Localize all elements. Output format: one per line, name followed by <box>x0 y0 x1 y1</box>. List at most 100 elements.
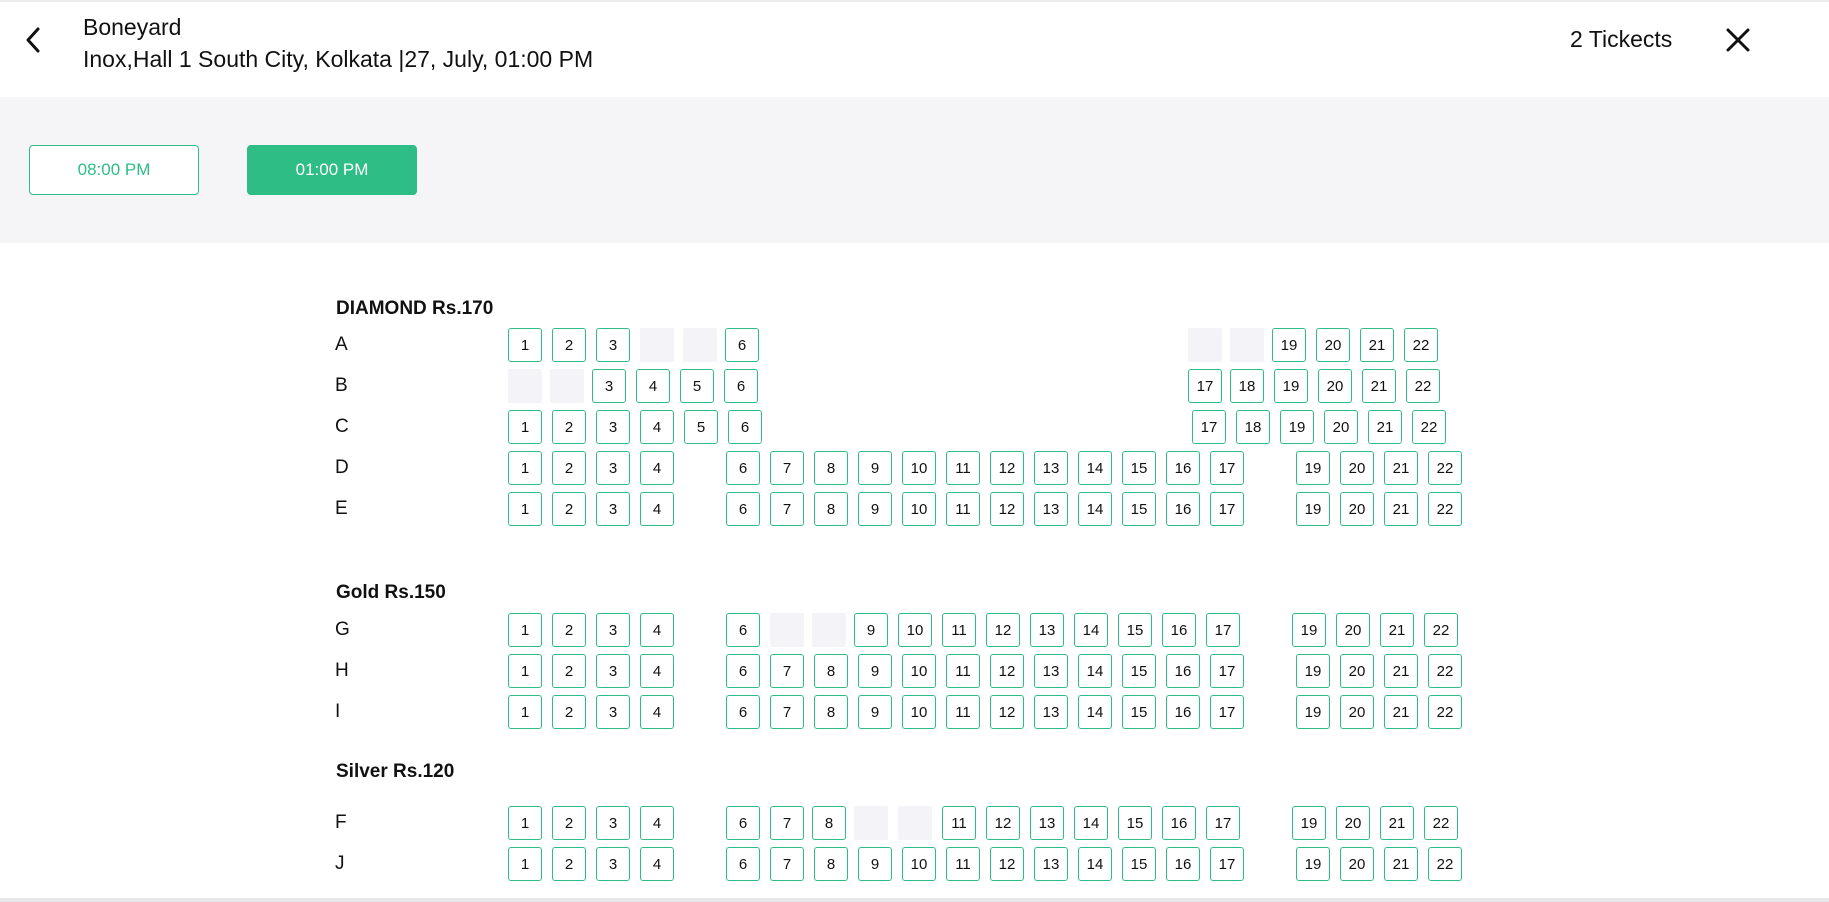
seat-f16[interactable]: 16 <box>1162 806 1196 840</box>
seat-a3[interactable]: 3 <box>596 328 630 362</box>
seat-h2[interactable]: 2 <box>552 654 586 688</box>
seat-d19[interactable]: 19 <box>1296 451 1330 485</box>
back-button[interactable] <box>20 26 46 54</box>
seat-c1[interactable]: 1 <box>508 410 542 444</box>
seat-d16[interactable]: 16 <box>1166 451 1200 485</box>
seat-f21[interactable]: 21 <box>1380 806 1414 840</box>
showtime-button-0800pm[interactable]: 08:00 PM <box>29 145 199 195</box>
seat-d7[interactable]: 7 <box>770 451 804 485</box>
seat-e17[interactable]: 17 <box>1210 492 1244 526</box>
seat-d10[interactable]: 10 <box>902 451 936 485</box>
seat-b5[interactable]: 5 <box>680 369 714 403</box>
seat-b22[interactable]: 22 <box>1406 369 1440 403</box>
seat-e20[interactable]: 20 <box>1340 492 1374 526</box>
seat-h1[interactable]: 1 <box>508 654 542 688</box>
seat-f12[interactable]: 12 <box>986 806 1020 840</box>
seat-e4[interactable]: 4 <box>640 492 674 526</box>
seat-j13[interactable]: 13 <box>1034 847 1068 881</box>
seat-c18[interactable]: 18 <box>1236 410 1270 444</box>
seat-i12[interactable]: 12 <box>990 695 1024 729</box>
seat-i16[interactable]: 16 <box>1166 695 1200 729</box>
seat-e22[interactable]: 22 <box>1428 492 1462 526</box>
seat-f7[interactable]: 7 <box>770 806 804 840</box>
seat-a20[interactable]: 20 <box>1316 328 1350 362</box>
seat-c5[interactable]: 5 <box>684 410 718 444</box>
seat-e9[interactable]: 9 <box>858 492 892 526</box>
seat-h12[interactable]: 12 <box>990 654 1024 688</box>
seat-i3[interactable]: 3 <box>596 695 630 729</box>
seat-j20[interactable]: 20 <box>1340 847 1374 881</box>
seat-e13[interactable]: 13 <box>1034 492 1068 526</box>
seat-h10[interactable]: 10 <box>902 654 936 688</box>
seat-h3[interactable]: 3 <box>596 654 630 688</box>
seat-e16[interactable]: 16 <box>1166 492 1200 526</box>
seat-j14[interactable]: 14 <box>1078 847 1112 881</box>
seat-d6[interactable]: 6 <box>726 451 760 485</box>
seat-b3[interactable]: 3 <box>592 369 626 403</box>
seat-i22[interactable]: 22 <box>1428 695 1462 729</box>
seat-i11[interactable]: 11 <box>946 695 980 729</box>
seat-g15[interactable]: 15 <box>1118 613 1152 647</box>
seat-d2[interactable]: 2 <box>552 451 586 485</box>
seat-e2[interactable]: 2 <box>552 492 586 526</box>
seat-i13[interactable]: 13 <box>1034 695 1068 729</box>
seat-j7[interactable]: 7 <box>770 847 804 881</box>
seat-f4[interactable]: 4 <box>640 806 674 840</box>
seat-h14[interactable]: 14 <box>1078 654 1112 688</box>
seat-g22[interactable]: 22 <box>1424 613 1458 647</box>
seat-g14[interactable]: 14 <box>1074 613 1108 647</box>
seat-g6[interactable]: 6 <box>726 613 760 647</box>
seat-i6[interactable]: 6 <box>726 695 760 729</box>
seat-f17[interactable]: 17 <box>1206 806 1240 840</box>
seat-j3[interactable]: 3 <box>596 847 630 881</box>
seat-h9[interactable]: 9 <box>858 654 892 688</box>
seat-f11[interactable]: 11 <box>942 806 976 840</box>
seat-g2[interactable]: 2 <box>552 613 586 647</box>
seat-c17[interactable]: 17 <box>1192 410 1226 444</box>
seat-c6[interactable]: 6 <box>728 410 762 444</box>
seat-b4[interactable]: 4 <box>636 369 670 403</box>
seat-e1[interactable]: 1 <box>508 492 542 526</box>
seat-j4[interactable]: 4 <box>640 847 674 881</box>
seat-d13[interactable]: 13 <box>1034 451 1068 485</box>
seat-h19[interactable]: 19 <box>1296 654 1330 688</box>
seat-j2[interactable]: 2 <box>552 847 586 881</box>
seat-e19[interactable]: 19 <box>1296 492 1330 526</box>
seat-e7[interactable]: 7 <box>770 492 804 526</box>
seat-i15[interactable]: 15 <box>1122 695 1156 729</box>
seat-d17[interactable]: 17 <box>1210 451 1244 485</box>
seat-a2[interactable]: 2 <box>552 328 586 362</box>
seat-g9[interactable]: 9 <box>854 613 888 647</box>
seat-e10[interactable]: 10 <box>902 492 936 526</box>
seat-i2[interactable]: 2 <box>552 695 586 729</box>
seat-e11[interactable]: 11 <box>946 492 980 526</box>
ticket-count-button[interactable]: 2 Tickects <box>1570 26 1672 53</box>
seat-j16[interactable]: 16 <box>1166 847 1200 881</box>
seat-c4[interactable]: 4 <box>640 410 674 444</box>
seat-i10[interactable]: 10 <box>902 695 936 729</box>
seat-d22[interactable]: 22 <box>1428 451 1462 485</box>
seat-e3[interactable]: 3 <box>596 492 630 526</box>
seat-f15[interactable]: 15 <box>1118 806 1152 840</box>
seat-g13[interactable]: 13 <box>1030 613 1064 647</box>
seat-i4[interactable]: 4 <box>640 695 674 729</box>
seat-j12[interactable]: 12 <box>990 847 1024 881</box>
seat-b18[interactable]: 18 <box>1230 369 1264 403</box>
seat-d11[interactable]: 11 <box>946 451 980 485</box>
seat-c2[interactable]: 2 <box>552 410 586 444</box>
seat-h13[interactable]: 13 <box>1034 654 1068 688</box>
seat-g10[interactable]: 10 <box>898 613 932 647</box>
seat-i9[interactable]: 9 <box>858 695 892 729</box>
seat-j11[interactable]: 11 <box>946 847 980 881</box>
seat-j9[interactable]: 9 <box>858 847 892 881</box>
seat-d8[interactable]: 8 <box>814 451 848 485</box>
seat-g3[interactable]: 3 <box>596 613 630 647</box>
seat-i20[interactable]: 20 <box>1340 695 1374 729</box>
seat-g20[interactable]: 20 <box>1336 613 1370 647</box>
seat-c19[interactable]: 19 <box>1280 410 1314 444</box>
seat-b20[interactable]: 20 <box>1318 369 1352 403</box>
seat-f3[interactable]: 3 <box>596 806 630 840</box>
seat-d21[interactable]: 21 <box>1384 451 1418 485</box>
seat-e6[interactable]: 6 <box>726 492 760 526</box>
seat-f1[interactable]: 1 <box>508 806 542 840</box>
